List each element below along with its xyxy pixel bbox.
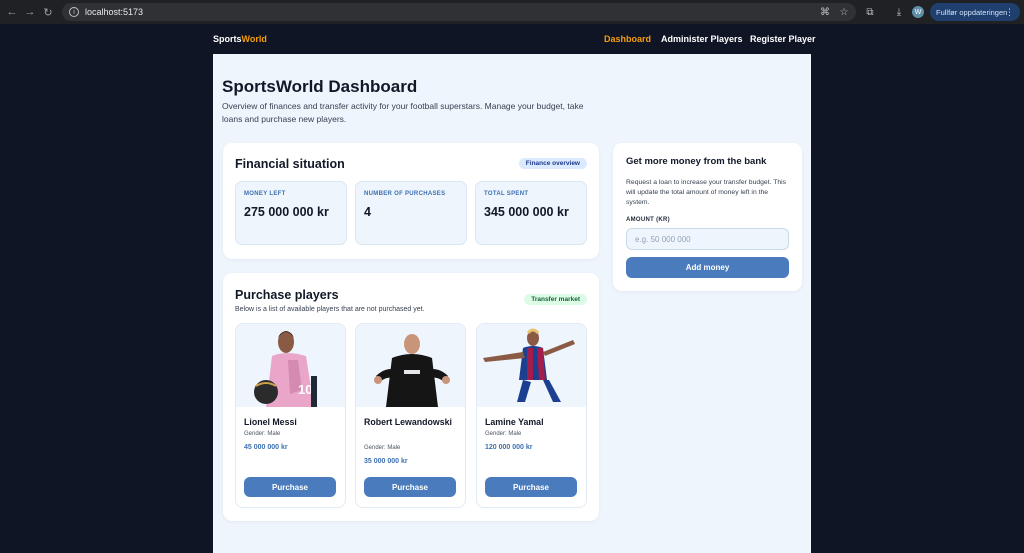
- stat-number-of-purchases: NUMBER OF PURCHASES 4: [355, 181, 467, 245]
- stat-value: 275 000 000 kr: [244, 205, 329, 219]
- financial-situation-title: Financial situation: [235, 157, 345, 171]
- translate-icon[interactable]: ⌘: [819, 6, 831, 18]
- nav-link-administer-players[interactable]: Administer Players: [661, 34, 743, 44]
- purchase-players-title: Purchase players: [235, 288, 339, 302]
- stat-label: TOTAL SPENT: [484, 191, 529, 197]
- bank-card-title: Get more money from the bank: [626, 156, 767, 167]
- svg-text:10: 10: [298, 382, 312, 397]
- download-icon[interactable]: ⤓: [891, 4, 907, 20]
- purchase-players-subtitle: Below is a list of available players tha…: [235, 306, 425, 313]
- page-title: SportsWorld Dashboard: [222, 77, 418, 96]
- page-subtitle: Overview of finances and transfer activi…: [222, 101, 584, 124]
- nav-link-register-player[interactable]: Register Player: [750, 34, 816, 44]
- bank-card-description: Request a loan to increase your transfer…: [626, 179, 787, 206]
- address-url: localhost:5173: [85, 7, 144, 17]
- purchase-button[interactable]: Purchase: [244, 477, 336, 497]
- stat-total-spent: TOTAL SPENT 345 000 000 kr: [475, 181, 587, 245]
- nav-link-dashboard[interactable]: Dashboard: [604, 34, 651, 44]
- menu-dots-icon[interactable]: ⋮: [1005, 7, 1014, 18]
- stat-label: NUMBER OF PURCHASES: [364, 191, 446, 197]
- purchase-button[interactable]: Purchase: [485, 477, 577, 497]
- player-photo: [356, 324, 465, 407]
- bank-loan-card: Get more money from the bank Request a l…: [613, 143, 802, 291]
- player-photo: 10: [236, 324, 345, 407]
- browser-toolbar: ← → ↻ i localhost:5173 ⌘ ☆ ⧉ ⤓ W Fullfør…: [0, 0, 1024, 24]
- amount-label: AMOUNT (KR): [626, 217, 670, 223]
- player-card: Lamine Yamal Gender: Male 120 000 000 kr…: [476, 323, 587, 508]
- player-price: 45 000 000 kr: [244, 444, 288, 451]
- profile-avatar[interactable]: W: [912, 6, 924, 18]
- bookmark-star-icon[interactable]: ☆: [838, 6, 850, 18]
- stat-label: MONEY LEFT: [244, 191, 286, 197]
- player-gender: Gender: Male: [244, 431, 281, 437]
- update-button[interactable]: Fullfør oppdateringen ⋮: [930, 3, 1020, 21]
- financial-situation-card: Financial situation Finance overview MON…: [223, 143, 599, 259]
- finance-overview-badge: Finance overview: [518, 158, 587, 169]
- extensions-icon[interactable]: ⧉: [862, 4, 878, 20]
- player-gender: Gender: Male: [485, 431, 522, 437]
- amount-input[interactable]: [626, 228, 789, 250]
- player-card: 10 Lionel Messi Gender: Male 45 000 000 …: [235, 323, 346, 508]
- purchase-players-card: Purchase players Transfer market Below i…: [223, 273, 599, 521]
- add-money-button[interactable]: Add money: [626, 257, 789, 278]
- site-info-icon[interactable]: i: [69, 7, 79, 17]
- stat-value: 345 000 000 kr: [484, 205, 569, 219]
- purchase-button[interactable]: Purchase: [364, 477, 456, 497]
- player-price: 35 000 000 kr: [364, 458, 408, 465]
- dashboard-page: SportsWorld Dashboard Overview of financ…: [213, 54, 811, 553]
- reload-icon[interactable]: ↻: [39, 3, 57, 21]
- player-name: Lamine Yamal: [485, 417, 544, 427]
- address-bar[interactable]: i localhost:5173 ⌘ ☆: [62, 3, 856, 21]
- app-navbar: SportsWorld Dashboard Administer Players…: [0, 24, 1024, 54]
- forward-arrow-icon[interactable]: →: [21, 3, 39, 21]
- stat-money-left: MONEY LEFT 275 000 000 kr: [235, 181, 347, 245]
- app-logo[interactable]: SportsWorld: [213, 34, 267, 44]
- player-price: 120 000 000 kr: [485, 444, 533, 451]
- player-photo: [477, 324, 586, 407]
- player-name: Robert Lewandowski: [364, 417, 452, 427]
- update-label: Fullfør oppdateringen: [936, 7, 1008, 17]
- player-card: Robert Lewandowski Gender: Male 35 000 0…: [355, 323, 466, 508]
- player-name: Lionel Messi: [244, 417, 297, 427]
- back-arrow-icon[interactable]: ←: [3, 3, 21, 21]
- transfer-market-badge: Transfer market: [524, 294, 587, 305]
- player-gender: Gender: Male: [364, 445, 401, 451]
- stat-value: 4: [364, 205, 371, 219]
